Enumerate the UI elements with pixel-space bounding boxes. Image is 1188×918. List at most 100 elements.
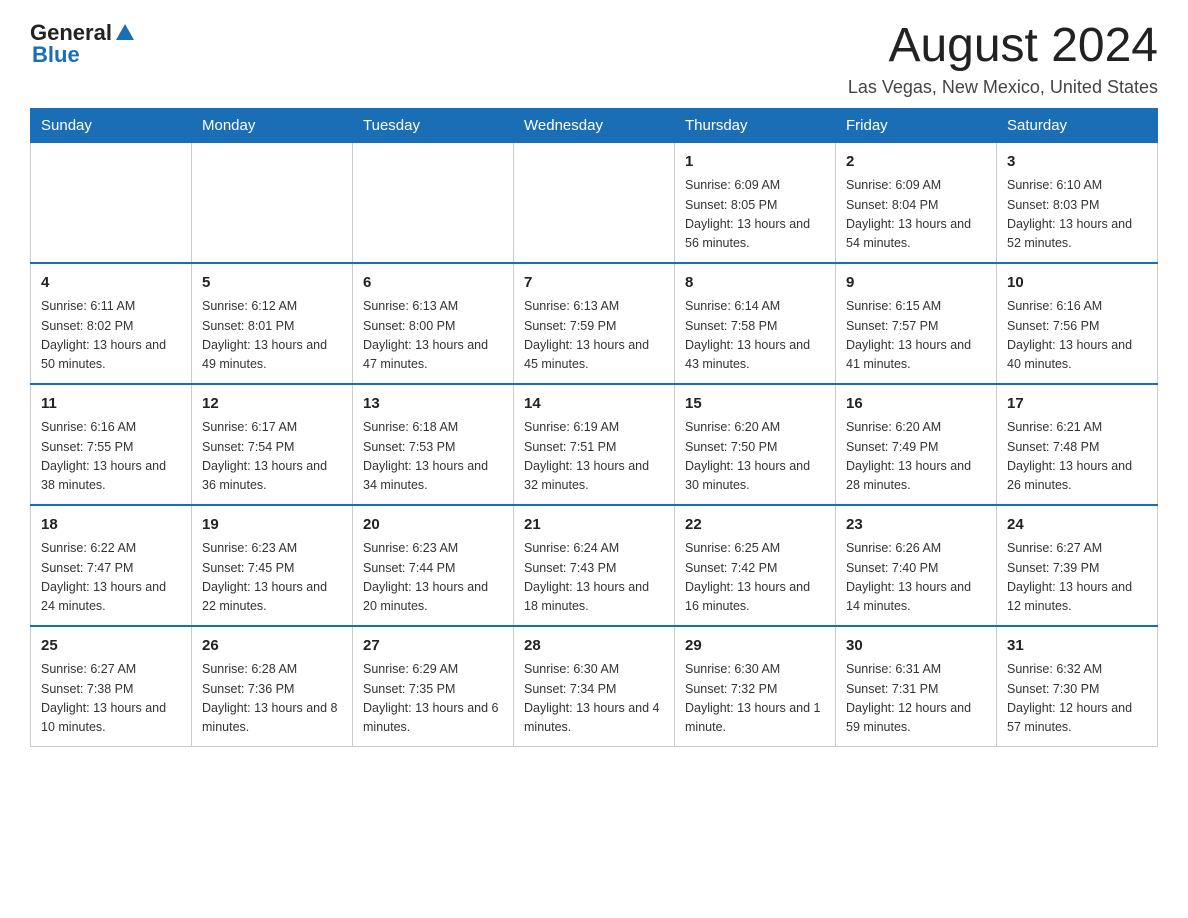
calendar-cell: 5Sunrise: 6:12 AM Sunset: 8:01 PM Daylig… (192, 263, 353, 384)
calendar-week-row: 18Sunrise: 6:22 AM Sunset: 7:47 PM Dayli… (31, 505, 1158, 626)
logo-text-blue: Blue (32, 42, 80, 68)
calendar-cell: 11Sunrise: 6:16 AM Sunset: 7:55 PM Dayli… (31, 384, 192, 505)
day-info: Sunrise: 6:09 AM Sunset: 8:04 PM Dayligh… (846, 176, 986, 254)
calendar-cell: 23Sunrise: 6:26 AM Sunset: 7:40 PM Dayli… (836, 505, 997, 626)
page-header: General Blue August 2024 Las Vegas, New … (30, 20, 1158, 98)
calendar-cell: 12Sunrise: 6:17 AM Sunset: 7:54 PM Dayli… (192, 384, 353, 505)
day-info: Sunrise: 6:24 AM Sunset: 7:43 PM Dayligh… (524, 539, 664, 617)
day-number: 11 (41, 393, 181, 416)
day-info: Sunrise: 6:16 AM Sunset: 7:56 PM Dayligh… (1007, 297, 1147, 375)
day-info: Sunrise: 6:26 AM Sunset: 7:40 PM Dayligh… (846, 539, 986, 617)
calendar-cell: 28Sunrise: 6:30 AM Sunset: 7:34 PM Dayli… (514, 626, 675, 747)
calendar-header-saturday: Saturday (997, 108, 1158, 142)
calendar-header-sunday: Sunday (31, 108, 192, 142)
calendar-header-monday: Monday (192, 108, 353, 142)
day-number: 24 (1007, 514, 1147, 537)
day-info: Sunrise: 6:19 AM Sunset: 7:51 PM Dayligh… (524, 418, 664, 496)
day-number: 30 (846, 635, 986, 658)
calendar-cell: 17Sunrise: 6:21 AM Sunset: 7:48 PM Dayli… (997, 384, 1158, 505)
calendar-cell: 20Sunrise: 6:23 AM Sunset: 7:44 PM Dayli… (353, 505, 514, 626)
day-number: 17 (1007, 393, 1147, 416)
calendar-cell: 24Sunrise: 6:27 AM Sunset: 7:39 PM Dayli… (997, 505, 1158, 626)
day-info: Sunrise: 6:27 AM Sunset: 7:39 PM Dayligh… (1007, 539, 1147, 617)
calendar-cell: 30Sunrise: 6:31 AM Sunset: 7:31 PM Dayli… (836, 626, 997, 747)
day-number: 23 (846, 514, 986, 537)
calendar-cell: 3Sunrise: 6:10 AM Sunset: 8:03 PM Daylig… (997, 142, 1158, 263)
day-info: Sunrise: 6:20 AM Sunset: 7:50 PM Dayligh… (685, 418, 825, 496)
month-title: August 2024 (848, 20, 1158, 73)
calendar-cell: 6Sunrise: 6:13 AM Sunset: 8:00 PM Daylig… (353, 263, 514, 384)
calendar-header-thursday: Thursday (675, 108, 836, 142)
day-number: 29 (685, 635, 825, 658)
calendar-cell: 8Sunrise: 6:14 AM Sunset: 7:58 PM Daylig… (675, 263, 836, 384)
day-info: Sunrise: 6:22 AM Sunset: 7:47 PM Dayligh… (41, 539, 181, 617)
calendar-cell: 7Sunrise: 6:13 AM Sunset: 7:59 PM Daylig… (514, 263, 675, 384)
calendar-cell (31, 142, 192, 263)
calendar-cell: 31Sunrise: 6:32 AM Sunset: 7:30 PM Dayli… (997, 626, 1158, 747)
day-info: Sunrise: 6:30 AM Sunset: 7:34 PM Dayligh… (524, 660, 664, 738)
day-number: 26 (202, 635, 342, 658)
day-number: 4 (41, 272, 181, 295)
calendar-cell: 10Sunrise: 6:16 AM Sunset: 7:56 PM Dayli… (997, 263, 1158, 384)
day-info: Sunrise: 6:32 AM Sunset: 7:30 PM Dayligh… (1007, 660, 1147, 738)
day-info: Sunrise: 6:15 AM Sunset: 7:57 PM Dayligh… (846, 297, 986, 375)
day-number: 13 (363, 393, 503, 416)
calendar-cell: 1Sunrise: 6:09 AM Sunset: 8:05 PM Daylig… (675, 142, 836, 263)
calendar-header-row: SundayMondayTuesdayWednesdayThursdayFrid… (31, 108, 1158, 142)
calendar-header-tuesday: Tuesday (353, 108, 514, 142)
calendar-week-row: 11Sunrise: 6:16 AM Sunset: 7:55 PM Dayli… (31, 384, 1158, 505)
day-number: 2 (846, 151, 986, 174)
day-number: 8 (685, 272, 825, 295)
day-number: 22 (685, 514, 825, 537)
day-info: Sunrise: 6:30 AM Sunset: 7:32 PM Dayligh… (685, 660, 825, 738)
day-number: 20 (363, 514, 503, 537)
calendar-week-row: 1Sunrise: 6:09 AM Sunset: 8:05 PM Daylig… (31, 142, 1158, 263)
day-number: 7 (524, 272, 664, 295)
day-info: Sunrise: 6:29 AM Sunset: 7:35 PM Dayligh… (363, 660, 503, 738)
calendar-cell: 27Sunrise: 6:29 AM Sunset: 7:35 PM Dayli… (353, 626, 514, 747)
logo-content: General Blue (30, 20, 136, 68)
day-number: 19 (202, 514, 342, 537)
calendar-cell (514, 142, 675, 263)
calendar-week-row: 4Sunrise: 6:11 AM Sunset: 8:02 PM Daylig… (31, 263, 1158, 384)
day-number: 3 (1007, 151, 1147, 174)
day-info: Sunrise: 6:25 AM Sunset: 7:42 PM Dayligh… (685, 539, 825, 617)
day-info: Sunrise: 6:11 AM Sunset: 8:02 PM Dayligh… (41, 297, 181, 375)
day-number: 14 (524, 393, 664, 416)
day-number: 9 (846, 272, 986, 295)
calendar-cell: 29Sunrise: 6:30 AM Sunset: 7:32 PM Dayli… (675, 626, 836, 747)
day-info: Sunrise: 6:23 AM Sunset: 7:45 PM Dayligh… (202, 539, 342, 617)
day-info: Sunrise: 6:31 AM Sunset: 7:31 PM Dayligh… (846, 660, 986, 738)
day-number: 15 (685, 393, 825, 416)
calendar-cell: 4Sunrise: 6:11 AM Sunset: 8:02 PM Daylig… (31, 263, 192, 384)
calendar-cell (192, 142, 353, 263)
day-info: Sunrise: 6:13 AM Sunset: 8:00 PM Dayligh… (363, 297, 503, 375)
day-number: 6 (363, 272, 503, 295)
day-info: Sunrise: 6:12 AM Sunset: 8:01 PM Dayligh… (202, 297, 342, 375)
day-info: Sunrise: 6:09 AM Sunset: 8:05 PM Dayligh… (685, 176, 825, 254)
day-info: Sunrise: 6:23 AM Sunset: 7:44 PM Dayligh… (363, 539, 503, 617)
day-info: Sunrise: 6:16 AM Sunset: 7:55 PM Dayligh… (41, 418, 181, 496)
day-number: 10 (1007, 272, 1147, 295)
calendar-header-wednesday: Wednesday (514, 108, 675, 142)
day-number: 31 (1007, 635, 1147, 658)
calendar-table: SundayMondayTuesdayWednesdayThursdayFrid… (30, 108, 1158, 747)
day-number: 28 (524, 635, 664, 658)
day-number: 25 (41, 635, 181, 658)
calendar-cell: 21Sunrise: 6:24 AM Sunset: 7:43 PM Dayli… (514, 505, 675, 626)
calendar-cell: 26Sunrise: 6:28 AM Sunset: 7:36 PM Dayli… (192, 626, 353, 747)
day-info: Sunrise: 6:21 AM Sunset: 7:48 PM Dayligh… (1007, 418, 1147, 496)
title-section: August 2024 Las Vegas, New Mexico, Unite… (848, 20, 1158, 98)
calendar-cell: 2Sunrise: 6:09 AM Sunset: 8:04 PM Daylig… (836, 142, 997, 263)
calendar-cell (353, 142, 514, 263)
day-number: 12 (202, 393, 342, 416)
day-number: 16 (846, 393, 986, 416)
logo-triangle-icon (114, 22, 136, 44)
day-info: Sunrise: 6:14 AM Sunset: 7:58 PM Dayligh… (685, 297, 825, 375)
day-info: Sunrise: 6:10 AM Sunset: 8:03 PM Dayligh… (1007, 176, 1147, 254)
calendar-cell: 19Sunrise: 6:23 AM Sunset: 7:45 PM Dayli… (192, 505, 353, 626)
calendar-cell: 18Sunrise: 6:22 AM Sunset: 7:47 PM Dayli… (31, 505, 192, 626)
day-number: 5 (202, 272, 342, 295)
calendar-week-row: 25Sunrise: 6:27 AM Sunset: 7:38 PM Dayli… (31, 626, 1158, 747)
day-number: 27 (363, 635, 503, 658)
